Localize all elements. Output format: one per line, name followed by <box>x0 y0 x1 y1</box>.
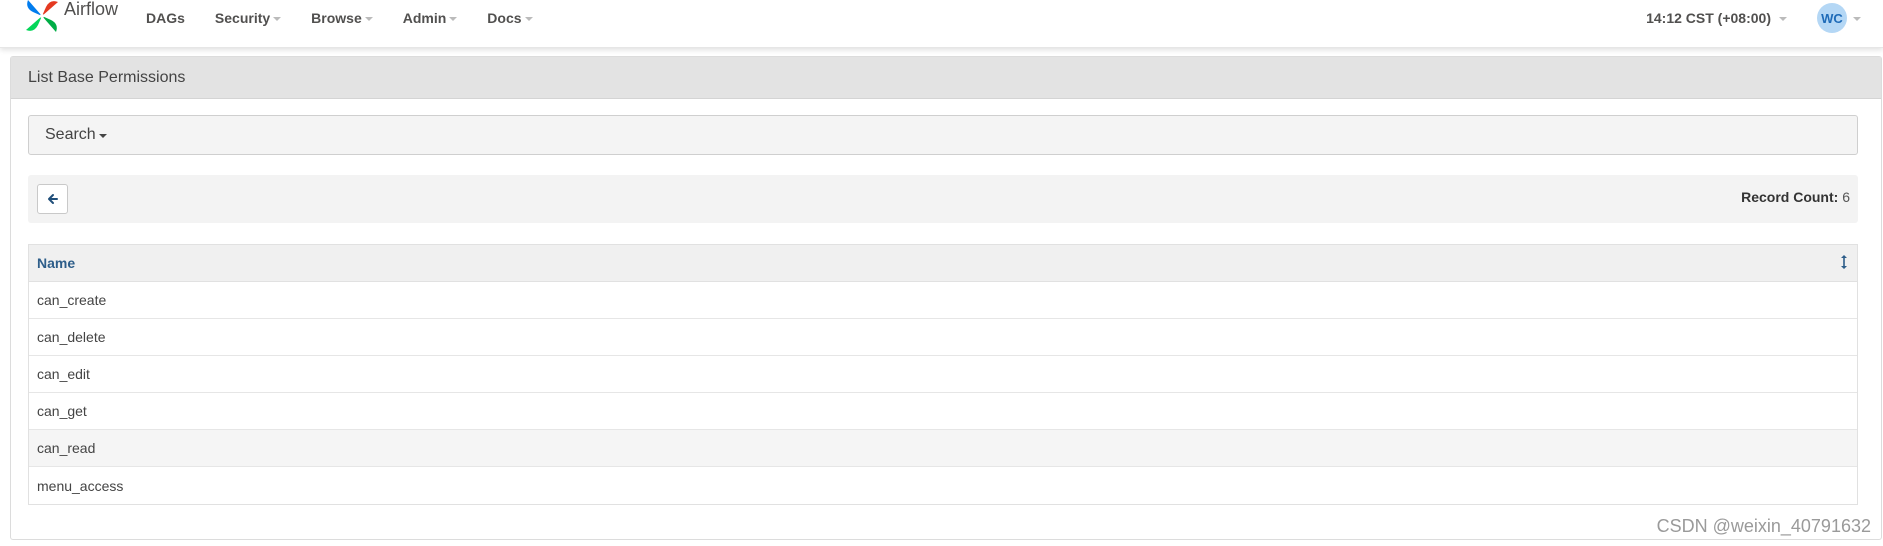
brand-link[interactable]: Airflow <box>22 0 118 36</box>
table-header: Name <box>29 245 1857 282</box>
nav-right: 14:12 CST (+08:00) WC <box>1646 0 1861 36</box>
arrow-left-icon <box>47 194 58 204</box>
table-row: can_create <box>29 282 1857 319</box>
watermark: CSDN @weixin_40791632 <box>1656 516 1871 536</box>
record-count: Record Count: 6 <box>1741 189 1850 205</box>
nav-security[interactable]: Security <box>214 10 282 26</box>
chevron-down-icon <box>98 134 107 138</box>
table-row: can_get <box>29 393 1857 430</box>
page-title: List Base Permissions <box>11 57 1881 99</box>
user-menu[interactable]: WC <box>1817 3 1861 33</box>
nav-dags[interactable]: DAGs <box>146 10 185 26</box>
chevron-down-icon <box>449 17 458 21</box>
clock-text: 14:12 CST (+08:00) <box>1646 10 1771 26</box>
nav-docs[interactable]: Docs <box>487 10 533 26</box>
nav-dags-label: DAGs <box>146 10 185 26</box>
permissions-table: Name can_create can_delete can_edit can_… <box>28 244 1858 505</box>
chevron-down-icon <box>1779 17 1787 21</box>
nav-browse-label: Browse <box>311 10 362 26</box>
search-toggle[interactable]: Search <box>28 115 1858 155</box>
nav-docs-label: Docs <box>487 10 522 26</box>
top-navbar: Airflow DAGs Security Browse Admin Docs … <box>0 0 1883 48</box>
record-count-value: 6 <box>1842 189 1850 205</box>
avatar: WC <box>1817 3 1847 33</box>
table-row: can_delete <box>29 319 1857 356</box>
timezone-dropdown[interactable]: 14:12 CST (+08:00) <box>1646 10 1787 26</box>
nav-browse[interactable]: Browse <box>311 10 373 26</box>
nav-admin-label: Admin <box>402 10 447 26</box>
chevron-down-icon <box>364 17 373 21</box>
list-panel: List Base Permissions Search Record Coun… <box>10 56 1882 540</box>
sort-icon[interactable] <box>1840 254 1848 274</box>
airflow-logo-icon <box>26 0 58 32</box>
table-row: can_read <box>29 430 1857 467</box>
nav-admin[interactable]: Admin <box>403 10 458 26</box>
brand-name: Airflow <box>64 0 119 19</box>
chevron-down-icon <box>1853 17 1861 21</box>
nav-security-label: Security <box>214 10 271 26</box>
column-header-name[interactable]: Name <box>37 255 75 271</box>
table-row: menu_access <box>29 467 1857 504</box>
search-label: Search <box>45 126 96 143</box>
table-row: can_edit <box>29 356 1857 393</box>
list-toolbar: Record Count: 6 <box>28 175 1858 223</box>
chevron-down-icon <box>273 17 282 21</box>
back-button[interactable] <box>37 184 68 214</box>
record-count-label: Record Count: <box>1741 189 1839 205</box>
main-menu: DAGs Security Browse Admin Docs <box>146 0 563 36</box>
chevron-down-icon <box>524 17 533 21</box>
